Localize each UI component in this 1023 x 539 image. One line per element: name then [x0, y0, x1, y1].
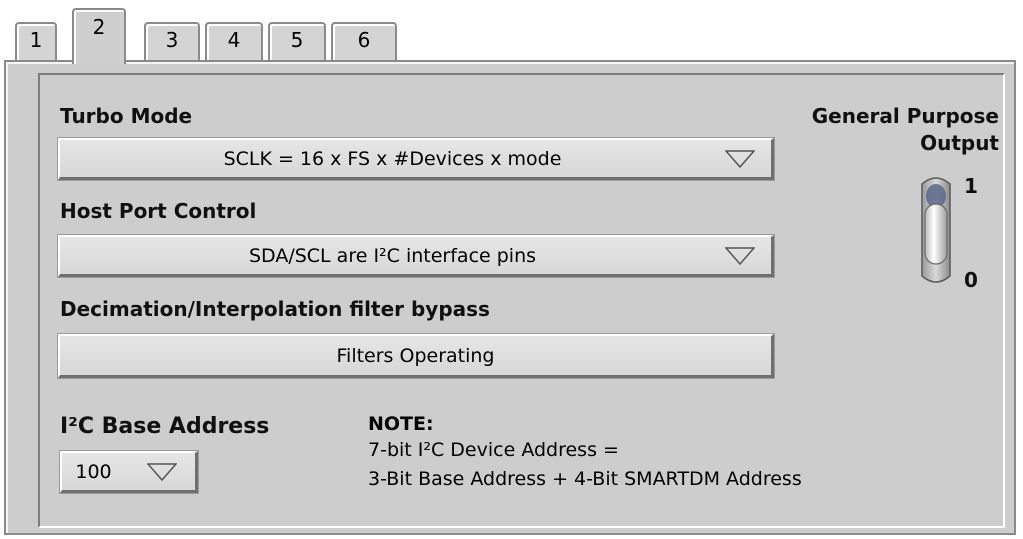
filter-bypass-value: Filters Operating: [336, 344, 495, 367]
tab-4-label: 4: [227, 28, 241, 52]
host-port-control-dropdown[interactable]: SDA/SCL are I²C interface pins: [58, 235, 774, 277]
tab-6[interactable]: 6: [331, 22, 397, 60]
gpo-label-line2: Output: [920, 131, 999, 155]
tab-4[interactable]: 4: [205, 22, 263, 60]
note-line-1: 7-bit I²C Device Address =: [368, 439, 619, 461]
tab-5[interactable]: 5: [268, 22, 326, 60]
host-port-control-label: Host Port Control: [60, 199, 257, 223]
tab-2[interactable]: 2: [72, 8, 126, 64]
turbo-mode-dropdown[interactable]: SCLK = 16 x FS x #Devices x mode: [58, 138, 774, 180]
tab-5-label: 5: [290, 28, 304, 52]
chevron-down-icon: [147, 462, 177, 481]
host-port-control-value: SDA/SCL are I²C interface pins: [248, 244, 537, 267]
gpo-toggle-switch[interactable]: [916, 174, 956, 286]
tab-3-label: 3: [165, 28, 179, 52]
turbo-mode-value: SCLK = 16 x FS x #Devices x mode: [223, 147, 562, 170]
turbo-mode-label: Turbo Mode: [60, 104, 193, 128]
filter-bypass-label: Decimation/Interpolation filter bypass: [60, 297, 490, 321]
tab-6-label: 6: [357, 28, 371, 52]
toggle-switch-icon: [921, 177, 951, 283]
gpo-high-label: 1: [964, 174, 978, 198]
chevron-down-icon: [725, 149, 755, 168]
i2c-base-address-label: I²C Base Address: [60, 414, 270, 439]
gpo-label-line1: General Purpose: [811, 104, 999, 128]
chevron-down-icon: [725, 246, 755, 265]
tab-2-label: 2: [92, 15, 106, 39]
i2c-base-address-value: 100: [75, 460, 112, 483]
tab-1[interactable]: 1: [15, 22, 57, 60]
tab-1-label: 1: [29, 28, 43, 52]
gpo-low-label: 0: [964, 268, 978, 292]
i2c-base-address-dropdown[interactable]: 100: [60, 451, 198, 493]
tab-3[interactable]: 3: [144, 22, 200, 60]
note-title: NOTE:: [368, 413, 434, 435]
note-line-2: 3-Bit Base Address + 4-Bit SMARTDM Addre…: [368, 468, 802, 490]
filter-bypass-button[interactable]: Filters Operating: [58, 334, 774, 378]
